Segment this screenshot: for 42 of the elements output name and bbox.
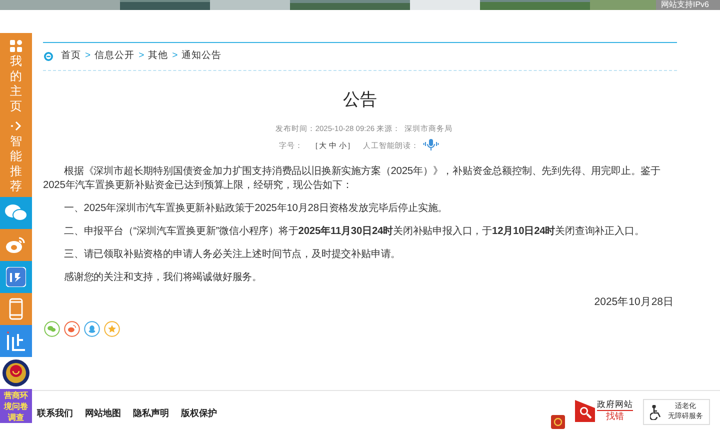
- emblem-button[interactable]: [0, 357, 32, 389]
- breadcrumb-separator: >: [85, 49, 91, 64]
- magnifier-icon: [575, 400, 595, 422]
- breadcrumb-separator: >: [172, 49, 178, 64]
- weibo-share-icon[interactable]: [64, 321, 80, 337]
- wechat-button[interactable]: [0, 197, 32, 229]
- phone-icon: [9, 298, 23, 320]
- breadcrumb-link[interactable]: 首页: [61, 49, 81, 64]
- survey-banner[interactable]: 营商环境问卷调查: [0, 389, 32, 423]
- footer-link[interactable]: 版权保护: [181, 407, 217, 420]
- arrow-icon: [10, 120, 22, 132]
- article-paragraph: 感谢您的关注和支持，我们将竭诚做好服务。: [63, 271, 264, 286]
- qq-share-icon[interactable]: [84, 321, 100, 337]
- article-paragraph: 二、申报平台（“深圳汽车置换更新”微信小程序）将于2025年11月30日24时关闭补贴申报入口，于12月10日24时关闭查询补正入口。: [63, 225, 646, 240]
- grid-icon: [10, 40, 22, 52]
- chat-bubbles-icon: [5, 204, 27, 222]
- footer-link[interactable]: 网站地图: [85, 407, 121, 420]
- ipv6-badge: 网站支持IPv6: [656, 0, 720, 10]
- breadcrumb-link[interactable]: 信息公开: [94, 49, 135, 64]
- circle-icon: [44, 52, 53, 61]
- report-error-badge[interactable]: 政府网站 找错: [575, 399, 633, 422]
- article-date: 2025年10月28日: [594, 295, 674, 310]
- microphone-icon[interactable]: [423, 139, 440, 152]
- article-paragraph: 根据《深圳市超长期特别国债资金加力扩围支持消费品以旧换新实施方案（2025年）》，补贴资金总额控制、先到先得、用完即止。鉴于2025年汽车置换更新补贴资金已达到预算上限，经研究，现公告如下：: [43, 165, 662, 194]
- weibo-button[interactable]: [0, 229, 32, 261]
- breadcrumb-link[interactable]: 通知公告: [182, 49, 222, 64]
- footer-link[interactable]: 联系我们: [37, 407, 73, 420]
- emblem-icon: [2, 359, 30, 387]
- footer-link[interactable]: 隐私声明: [133, 407, 169, 420]
- article-paragraph: 一、2025年深圳市汽车置换更新补贴政策于2025年10月28日资格发放完毕后停止实施。: [63, 202, 449, 216]
- badge-title: 政府网站: [597, 399, 633, 411]
- app-icon: [6, 267, 26, 287]
- mobile-button[interactable]: [0, 293, 32, 325]
- weibo-icon: [6, 236, 26, 254]
- breadcrumb-link[interactable]: 其他: [148, 49, 168, 64]
- article-title: 公告: [342, 90, 378, 110]
- wechat-share-icon[interactable]: [44, 321, 60, 337]
- article-paragraph: 三、请已领取补贴资格的申请人务必关注上述时间节点，及时提交补贴申请。: [63, 248, 402, 262]
- badge-action: 找错: [606, 411, 624, 422]
- favorite-share-icon[interactable]: [104, 321, 120, 337]
- breadcrumb-separator: >: [138, 49, 144, 64]
- app-button[interactable]: [0, 261, 32, 293]
